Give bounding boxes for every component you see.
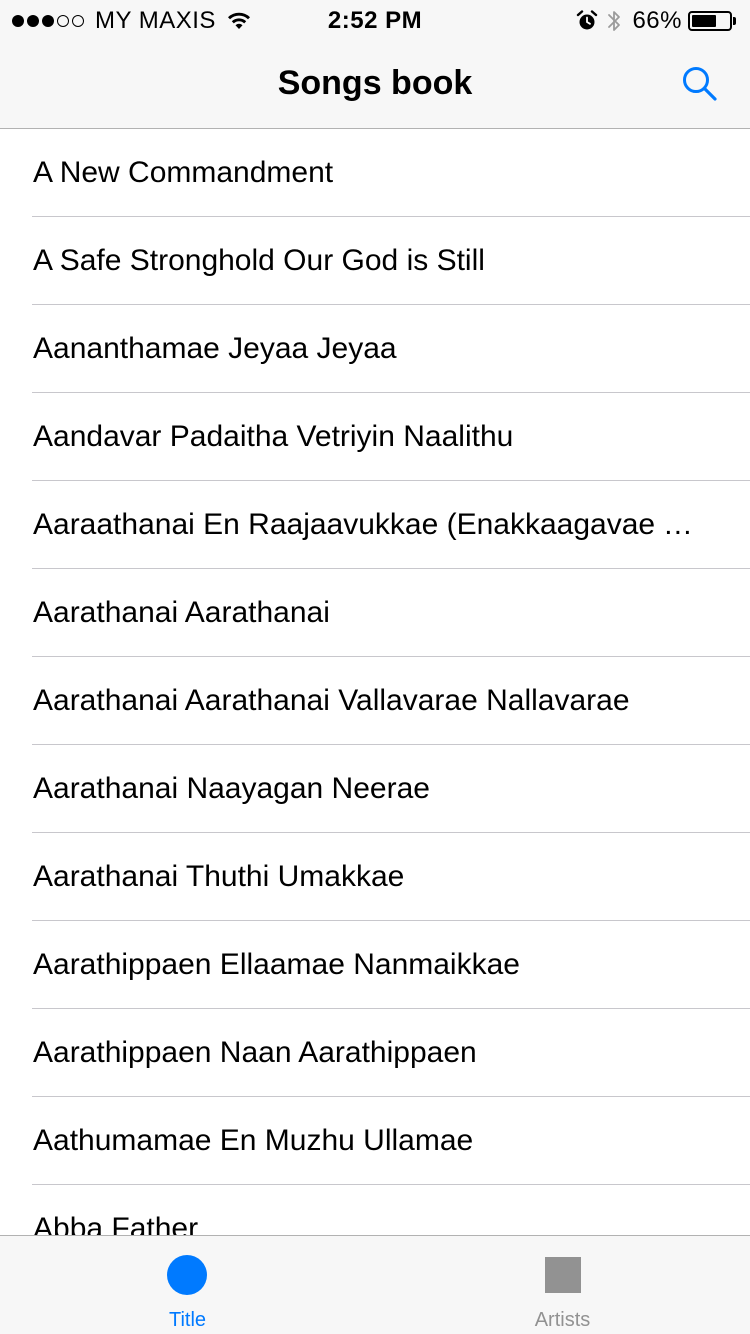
song-title: Aandavar Padaitha Vetriyin Naalithu xyxy=(33,420,514,453)
song-row[interactable]: Aarathanai Thuthi Umakkae xyxy=(0,833,750,921)
status-bar: MY MAXIS 2:52 PM 66% xyxy=(0,0,750,40)
tab-artists[interactable]: Artists xyxy=(375,1236,750,1334)
song-row[interactable]: Aathumamae En Muzhu Ullamae xyxy=(0,1097,750,1185)
song-title: A Safe Stronghold Our God is Still xyxy=(33,244,485,277)
navigation-bar: Songs book xyxy=(0,40,750,129)
song-title: Aarathippaen Naan Aarathippaen xyxy=(33,1036,477,1069)
song-row[interactable]: Aarathanai Naayagan Neerae xyxy=(0,745,750,833)
song-row[interactable]: Aandavar Padaitha Vetriyin Naalithu xyxy=(0,393,750,481)
song-row[interactable]: A Safe Stronghold Our God is Still xyxy=(0,217,750,305)
song-row[interactable]: Aaraathanai En Raajaavukkae (Enakkaagava… xyxy=(0,481,750,569)
alarm-icon xyxy=(577,10,598,30)
tab-title[interactable]: Title xyxy=(0,1236,375,1334)
song-row[interactable]: Aarathanai Aarathanai xyxy=(0,569,750,657)
battery-fill xyxy=(692,15,716,27)
tab-bar: Title Artists xyxy=(0,1235,750,1334)
bluetooth-icon xyxy=(608,11,621,31)
song-title: Abba Father xyxy=(33,1212,199,1235)
song-row[interactable]: Aarathippaen Naan Aarathippaen xyxy=(0,1009,750,1097)
search-button[interactable] xyxy=(680,64,720,104)
song-title: Aarathanai Aarathanai xyxy=(33,596,330,629)
search-icon xyxy=(683,67,717,101)
song-row[interactable]: Abba Father xyxy=(0,1185,750,1235)
song-title: A New Commandment xyxy=(33,156,334,189)
song-title: Aarathippaen Ellaamae Nanmaikkae xyxy=(33,948,520,981)
tab-title-label: Title xyxy=(168,1309,207,1331)
song-row[interactable]: Aananthamae Jeyaa Jeyaa xyxy=(0,305,750,393)
battery-icon xyxy=(688,10,738,32)
status-right: 66% xyxy=(576,7,738,35)
song-row[interactable]: A New Commandment xyxy=(0,129,750,217)
page-title: Songs book xyxy=(277,64,473,102)
battery-body xyxy=(688,11,732,31)
square-icon xyxy=(545,1257,581,1293)
song-title: Aathumamae En Muzhu Ullamae xyxy=(33,1124,474,1157)
battery-percentage: 66% xyxy=(632,7,682,34)
song-title: Aananthamae Jeyaa Jeyaa xyxy=(33,332,397,365)
circle-icon xyxy=(167,1255,207,1295)
song-title: Aarathanai Thuthi Umakkae xyxy=(33,860,405,893)
battery-tip xyxy=(733,17,736,25)
song-row[interactable]: Aarathanai Aarathanai Vallavarae Nallava… xyxy=(0,657,750,745)
song-title: Aaraathanai En Raajaavukkae (Enakkaagava… xyxy=(33,508,710,541)
song-list: A New Commandment A Safe Stronghold Our G… xyxy=(0,129,750,1235)
song-title: Aarathanai Aarathanai Vallavarae Nallava… xyxy=(33,684,630,717)
tab-artists-label: Artists xyxy=(534,1309,591,1331)
song-title: Aarathanai Naayagan Neerae xyxy=(33,772,430,805)
song-row[interactable]: Aarathippaen Ellaamae Nanmaikkae xyxy=(0,921,750,1009)
